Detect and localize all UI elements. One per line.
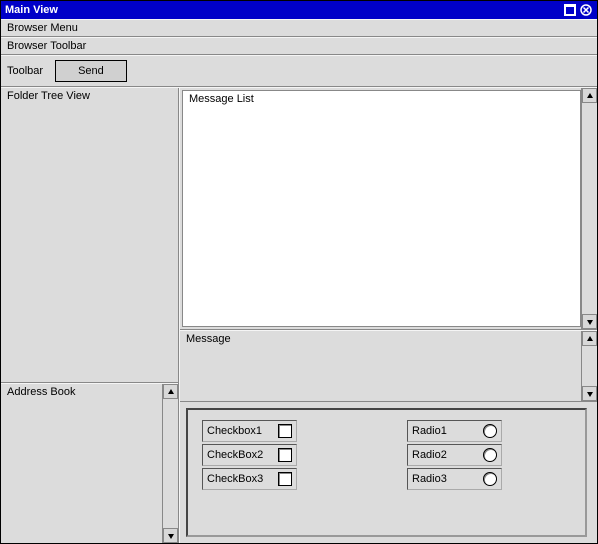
radio-icon[interactable] [483, 448, 497, 462]
message-list-scrollbar[interactable] [581, 88, 597, 329]
main-window: Main View Browser Menu Browser Toolbar T… [0, 0, 598, 544]
scroll-down-icon[interactable] [582, 386, 597, 401]
address-book-scrollbar[interactable] [162, 384, 178, 543]
checkbox-label: Checkbox1 [207, 425, 262, 437]
folder-tree-label: Folder Tree View [7, 90, 90, 102]
message-list-label: Message List [189, 93, 254, 105]
scroll-up-icon[interactable] [582, 331, 597, 346]
browser-menu-label: Browser Menu [7, 22, 78, 34]
folder-tree-view[interactable]: Folder Tree View [1, 88, 178, 383]
address-book-panel: Address Book [1, 383, 178, 543]
scroll-up-icon[interactable] [163, 384, 178, 399]
radio-label: Radio3 [412, 473, 447, 485]
radio-item-1[interactable]: Radio1 [407, 420, 502, 442]
controls-outer: Checkbox1 CheckBox2 CheckBox3 [180, 402, 597, 543]
checkbox-icon[interactable] [278, 472, 292, 486]
browser-menu[interactable]: Browser Menu [1, 19, 597, 37]
message-list-panel: Message List [180, 88, 597, 330]
left-column: Folder Tree View Address Book [1, 88, 179, 543]
radio-icon[interactable] [483, 472, 497, 486]
checkbox-label: CheckBox3 [207, 473, 263, 485]
toolbar: Toolbar Send [1, 55, 597, 87]
checkbox-item-2[interactable]: CheckBox2 [202, 444, 297, 466]
radio-item-3[interactable]: Radio3 [407, 468, 502, 490]
window-title: Main View [5, 4, 563, 16]
checkbox-icon[interactable] [278, 424, 292, 438]
checkbox-icon[interactable] [278, 448, 292, 462]
radio-label: Radio1 [412, 425, 447, 437]
message-scrollbar[interactable] [581, 331, 597, 401]
message-label: Message [186, 333, 231, 345]
address-book[interactable]: Address Book [1, 384, 162, 543]
checkbox-label: CheckBox2 [207, 449, 263, 461]
content-area: Folder Tree View Address Book Message Li… [1, 87, 597, 543]
maximize-icon[interactable] [563, 3, 577, 17]
controls-panel: Checkbox1 CheckBox2 CheckBox3 [186, 408, 587, 537]
message-list[interactable]: Message List [182, 90, 581, 327]
browser-toolbar[interactable]: Browser Toolbar [1, 37, 597, 55]
checkbox-item-1[interactable]: Checkbox1 [202, 420, 297, 442]
titlebar: Main View [1, 1, 597, 19]
radio-label: Radio2 [412, 449, 447, 461]
right-column: Message List Message [179, 88, 597, 543]
toolbar-label: Toolbar [7, 65, 43, 77]
checkbox-column: Checkbox1 CheckBox2 CheckBox3 [202, 420, 297, 525]
message-panel: Message [180, 330, 597, 402]
radio-item-2[interactable]: Radio2 [407, 444, 502, 466]
checkbox-item-3[interactable]: CheckBox3 [202, 468, 297, 490]
radio-column: Radio1 Radio2 Radio3 [407, 420, 502, 525]
message-pane[interactable]: Message [180, 331, 581, 401]
radio-icon[interactable] [483, 424, 497, 438]
address-book-label: Address Book [7, 386, 75, 398]
browser-toolbar-label: Browser Toolbar [7, 40, 86, 52]
titlebar-controls [563, 3, 593, 17]
scroll-down-icon[interactable] [163, 528, 178, 543]
send-button[interactable]: Send [55, 60, 127, 82]
scroll-down-icon[interactable] [582, 314, 597, 329]
close-icon[interactable] [579, 3, 593, 17]
scroll-up-icon[interactable] [582, 88, 597, 103]
